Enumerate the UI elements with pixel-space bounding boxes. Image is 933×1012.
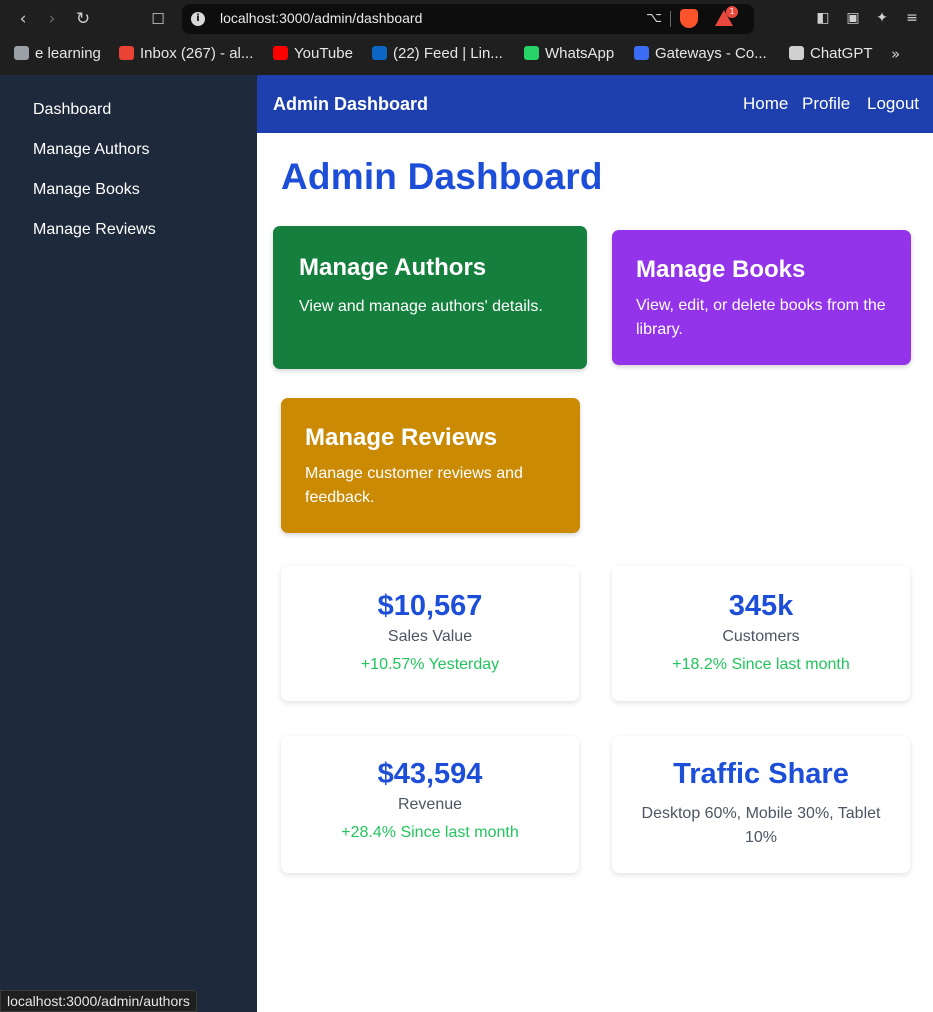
stat-label: Sales Value [387,628,473,645]
site-info-icon[interactable]: i [191,12,205,26]
forward-icon[interactable]: › [41,8,63,30]
stat-label: Customers [722,628,800,645]
card-title: Manage Reviews [305,424,498,451]
nav-link-profile[interactable]: Profile [802,94,850,114]
menu-icon[interactable]: ≡ [903,9,921,27]
sidebar-item-manage-authors[interactable]: Manage Authors [33,141,150,159]
stat-card-customers: 345k Customers +18.2% Since last month [612,566,910,701]
stat-change: +28.4% Since last month [341,824,519,841]
nav-link-logout[interactable]: Logout [867,94,919,114]
bookmark-label: Gateways - Co... [655,45,767,62]
card-title: Manage Books [636,256,806,283]
whatsapp-icon [524,46,539,60]
bookmark-item[interactable]: e learning [14,45,101,65]
stat-value: $10,567 [377,590,483,622]
sidebar-item-manage-books[interactable]: Manage Books [33,181,140,199]
wallet-icon[interactable]: ▣ [844,9,862,27]
youtube-icon [273,46,288,60]
url-text[interactable]: localhost:3000/admin/dashboard [220,10,422,26]
bookmark-item[interactable]: WhatsApp [524,45,614,65]
bookmark-label: ChatGPT [810,45,873,62]
share-icon[interactable]: ⌥ [646,10,662,26]
link-status-bar: localhost:3000/admin/authors [0,990,197,1012]
gmail-icon [119,46,134,60]
back-icon[interactable]: ‹ [12,8,34,30]
leo-ai-icon[interactable]: ✦ [873,9,891,27]
card-title: Manage Authors [299,254,487,281]
stat-change: +10.57% Yesterday [360,656,500,673]
gateways-icon [634,46,649,60]
browser-toolbar: ‹ › ↻ ☐ i localhost:3000/admin/dashboard… [0,0,933,38]
manage-books-card[interactable]: Manage Books View, edit, or delete books… [612,230,911,365]
brave-shield-icon[interactable] [680,9,698,28]
more-bookmarks-icon[interactable]: » [891,45,900,63]
stat-value: Traffic Share [673,758,849,790]
stat-value: 345k [728,590,794,622]
stat-label: Desktop 60%, Mobile 30%, Tablet 10% [641,805,881,846]
linkedin-icon [372,46,387,60]
bookmark-item[interactable]: YouTube [273,45,353,65]
nav-link-home[interactable]: Home [743,94,788,114]
brand-title[interactable]: Admin Dashboard [273,94,428,115]
bookmarks-bar: e learning Inbox (267) - al... YouTube (22)… [0,38,933,75]
bookmark-label: (22) Feed | Lin... [393,45,503,62]
sidebar: Dashboard Manage Authors Manage Books Ma… [0,75,257,1012]
sidebar-toggle-icon[interactable]: ◧ [814,9,832,27]
stat-value: $43,594 [377,758,483,790]
manage-authors-card[interactable]: Manage Authors View and manage authors' … [273,226,587,369]
stat-card-traffic-share: Traffic Share Desktop 60%, Mobile 30%, T… [612,736,910,873]
stat-label: Revenue [397,796,463,813]
bookmark-label: e learning [35,45,101,62]
bookmark-label: WhatsApp [545,45,615,62]
card-description: View, edit, or delete books from the lib… [636,297,886,338]
bookmark-item[interactable]: Gateways - Co... [634,45,767,65]
bookmark-icon[interactable]: ☐ [147,8,169,30]
bookmark-item[interactable]: (22) Feed | Lin... [372,45,503,65]
stat-card-revenue: $43,594 Revenue +28.4% Since last month [281,736,579,873]
bookmark-label: YouTube [294,45,353,62]
app-header: Admin Dashboard Home Profile Logout [257,75,933,133]
card-description: Manage customer reviews and feedback. [305,465,523,506]
sidebar-item-manage-reviews[interactable]: Manage Reviews [33,221,156,239]
stat-change: +18.2% Since last month [672,656,850,673]
bookmark-label: Inbox (267) - al... [140,45,254,62]
divider [670,11,671,27]
manage-reviews-card[interactable]: Manage Reviews Manage customer reviews a… [281,398,580,533]
page-title: Admin Dashboard [281,156,603,197]
bookmark-item[interactable]: ChatGPT [789,45,873,65]
address-bar[interactable]: i localhost:3000/admin/dashboard ⌥ 1 [182,4,754,34]
sidebar-item-dashboard[interactable]: Dashboard [33,101,111,119]
document-icon [14,46,29,60]
card-description: View and manage authors' details. [299,298,543,315]
rewards-badge: 1 [726,6,738,18]
stat-card-sales: $10,567 Sales Value +10.57% Yesterday [281,566,579,701]
chatgpt-icon [789,46,804,60]
reload-icon[interactable]: ↻ [72,8,94,30]
bookmark-item[interactable]: Inbox (267) - al... [119,45,253,65]
